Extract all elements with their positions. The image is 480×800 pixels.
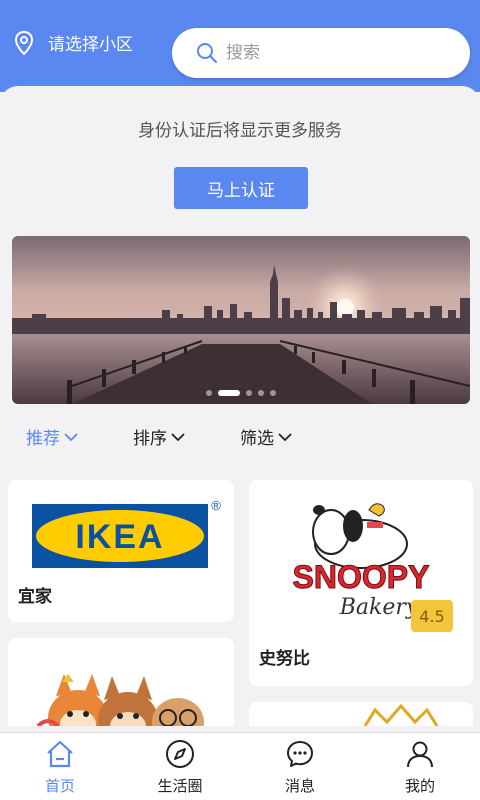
auth-tip-text: 身份认证后将显示更多服务 <box>138 121 342 141</box>
shop-card-partial[interactable] <box>8 638 234 726</box>
filter-recommend-label: 推荐 <box>26 429 60 449</box>
banner-image <box>12 236 470 404</box>
carousel-dot[interactable] <box>270 390 276 396</box>
tab-life-circle[interactable]: 生活圈 <box>120 733 240 800</box>
location-pin-icon <box>14 30 34 55</box>
search-icon <box>197 43 218 64</box>
shop-card-ikea[interactable]: IKEA ® 宜家 <box>8 480 234 622</box>
carousel-dot[interactable] <box>206 390 212 396</box>
message-icon <box>287 741 313 767</box>
community-selector[interactable]: 请选择小区 <box>14 30 133 55</box>
filter-screen[interactable]: 筛选 <box>240 424 293 449</box>
rating-badge: 4.5 <box>411 600 453 632</box>
tab-life-circle-label: 生活圈 <box>157 777 203 795</box>
filter-screen-label: 筛选 <box>240 429 274 449</box>
carousel-indicators <box>12 390 470 396</box>
chevron-down-icon <box>278 432 292 441</box>
shop-name: 宜家 <box>18 587 52 607</box>
tab-home[interactable]: 首页 <box>0 733 120 800</box>
cartoon-characters-image <box>36 674 204 726</box>
filter-sort-label: 排序 <box>133 429 167 449</box>
search-input[interactable] <box>226 43 446 63</box>
verify-now-button[interactable]: 马上认证 <box>174 167 308 209</box>
carousel-dot-active[interactable] <box>218 390 240 396</box>
snoopy-logo-text: SNOOPY <box>293 559 430 595</box>
ikea-logo-text: IKEA <box>75 518 164 556</box>
tab-home-label: 首页 <box>44 777 75 795</box>
snoopy-logo-subtext: Bakery <box>339 595 419 620</box>
ikea-registered-mark: ® <box>211 498 221 513</box>
shop-card-snoopy[interactable]: SNOOPY Bakery 4.5 史努比 <box>249 480 473 686</box>
chevron-down-icon <box>64 432 78 441</box>
banner-carousel[interactable] <box>12 236 470 404</box>
community-selector-label: 请选择小区 <box>48 35 133 55</box>
tab-mine[interactable]: 我的 <box>360 733 480 800</box>
crown-icon <box>363 703 439 726</box>
filter-sort[interactable]: 排序 <box>133 424 186 449</box>
top-header: 请选择小区 <box>0 0 480 92</box>
home-icon <box>47 740 73 768</box>
tab-mine-label: 我的 <box>404 777 435 795</box>
search-box[interactable] <box>172 28 470 78</box>
tab-messages-label: 消息 <box>284 777 315 795</box>
carousel-dot[interactable] <box>246 390 252 396</box>
ikea-logo: IKEA ® <box>32 498 221 568</box>
shop-card-partial[interactable] <box>249 702 473 726</box>
tab-messages[interactable]: 消息 <box>240 733 360 800</box>
main-content: 身份认证后将显示更多服务 马上认证 推荐 排序 筛选 IKEA ® 宜家 SNO… <box>0 86 480 726</box>
shop-name: 史努比 <box>259 649 310 669</box>
carousel-dot[interactable] <box>258 390 264 396</box>
filter-bar: 推荐 排序 筛选 <box>0 424 480 454</box>
filter-recommend[interactable]: 推荐 <box>26 424 79 449</box>
user-icon <box>407 741 433 768</box>
bottom-tab-bar: 首页 生活圈 消息 我的 <box>0 732 480 800</box>
compass-icon <box>166 740 194 768</box>
chevron-down-icon <box>171 432 185 441</box>
